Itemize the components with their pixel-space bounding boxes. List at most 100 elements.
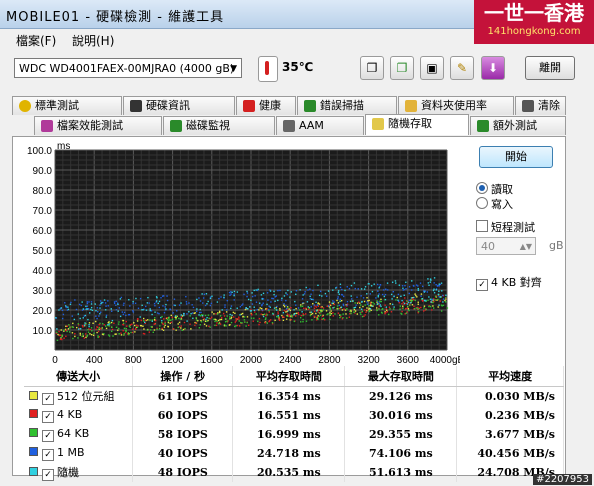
data-point (239, 321, 242, 324)
align-4kb-checkbox[interactable]: ✓ 4 KB 對齊 (476, 274, 542, 291)
tab-aam[interactable]: AAM (276, 116, 364, 135)
data-point (208, 317, 210, 319)
info-icon (130, 100, 142, 112)
data-point (406, 300, 408, 302)
series-checkbox[interactable]: ✓ (42, 393, 54, 405)
read-radio[interactable]: 讀取 (476, 181, 513, 197)
data-point (318, 294, 321, 297)
data-point (72, 322, 74, 325)
data-point (166, 318, 169, 321)
tab-erase[interactable]: 清除 (515, 96, 566, 115)
data-point (337, 290, 340, 292)
data-point (236, 291, 239, 293)
data-point (153, 329, 156, 331)
tab-standard-test[interactable]: 標準測試 (12, 96, 122, 115)
options-button[interactable]: ✎ (450, 56, 474, 80)
data-point (303, 293, 306, 295)
data-point (229, 294, 231, 296)
data-point (430, 279, 432, 281)
tab-extra-tests[interactable]: 額外測試 (470, 116, 566, 135)
data-point (74, 299, 76, 301)
data-point (391, 281, 394, 283)
tab-error-scan[interactable]: 錯誤掃描 (297, 96, 397, 115)
y-tick-label: 40.0 (33, 266, 53, 277)
download-button[interactable]: ⬇ (481, 56, 505, 80)
data-point (258, 309, 260, 311)
data-point (150, 326, 152, 328)
data-point (286, 315, 289, 318)
menu-file[interactable]: 檔案(F) (16, 32, 56, 49)
data-point (313, 304, 315, 306)
data-point (117, 329, 119, 331)
copy-all-button[interactable]: ❐ (390, 56, 414, 80)
series-checkbox[interactable]: ✓ (42, 449, 54, 461)
data-point (259, 321, 261, 324)
data-point (321, 295, 323, 297)
save-button[interactable]: ▣ (420, 56, 444, 80)
data-point (277, 315, 279, 317)
data-point (238, 320, 240, 322)
data-point (251, 295, 254, 298)
data-point (149, 329, 152, 331)
series-checkbox[interactable]: ✓ (42, 430, 54, 442)
data-point (156, 328, 158, 331)
data-point (59, 334, 62, 336)
data-point (137, 318, 139, 320)
data-point (72, 326, 74, 329)
data-point (288, 314, 290, 316)
tab-label: AAM (299, 119, 324, 132)
series-checkbox[interactable]: ✓ (42, 411, 54, 423)
start-button[interactable]: 開始 (479, 146, 553, 168)
data-point (97, 311, 99, 313)
data-point (64, 305, 67, 307)
wrench-icon: ✎ (456, 61, 468, 75)
data-point (243, 293, 245, 296)
data-point (223, 323, 226, 326)
data-point (78, 303, 81, 306)
data-point (118, 333, 120, 335)
data-point (206, 320, 208, 323)
data-point (166, 317, 168, 319)
tab-health[interactable]: 健康 (236, 96, 296, 115)
data-point (405, 302, 407, 305)
drive-select[interactable]: WDC WD4001FAEX-00MJRA0 (4000 gB) ▼ (14, 58, 242, 78)
data-point (88, 322, 91, 324)
data-point (380, 300, 382, 303)
data-point (322, 307, 325, 309)
x-tick-label: 800 (125, 355, 142, 366)
data-point (399, 308, 401, 310)
data-point (175, 318, 177, 320)
data-point (68, 331, 71, 333)
data-point (253, 317, 255, 319)
data-point (305, 307, 307, 310)
data-point (410, 297, 413, 299)
copy-icon: ❐ (366, 61, 378, 75)
tab-random-access[interactable]: 隨機存取 (365, 114, 469, 135)
col-ops: 操作 / 秒 (132, 366, 234, 387)
data-point (142, 309, 144, 311)
series-checkbox[interactable]: ✓ (42, 469, 54, 481)
menu-help[interactable]: 說明(H) (72, 32, 114, 49)
short-test-size-input[interactable]: 40 ▲▼ (476, 237, 536, 255)
data-point (77, 337, 79, 339)
write-radio[interactable]: 寫入 (476, 196, 513, 212)
data-point (99, 300, 102, 302)
health-cross-icon (243, 100, 255, 112)
data-point (258, 302, 261, 304)
data-point (346, 286, 348, 288)
data-point (342, 304, 345, 307)
data-point (209, 297, 212, 300)
exit-button[interactable]: 離開 (525, 56, 575, 80)
data-point (125, 327, 127, 330)
tab-disk-info[interactable]: 硬碟資訊 (123, 96, 235, 115)
data-point (359, 311, 361, 314)
tab-folder-usage[interactable]: 資料夾使用率 (398, 96, 514, 115)
tab-disk-monitor[interactable]: 磁碟監視 (163, 116, 275, 135)
data-point (403, 288, 405, 291)
data-point (310, 311, 313, 313)
tab-file-benchmark[interactable]: 檔案效能測試 (34, 116, 162, 135)
short-test-checkbox[interactable]: 短程測試 (476, 219, 535, 235)
copy-button[interactable]: ❐ (360, 56, 384, 80)
data-point (158, 300, 161, 303)
data-point (167, 321, 170, 324)
